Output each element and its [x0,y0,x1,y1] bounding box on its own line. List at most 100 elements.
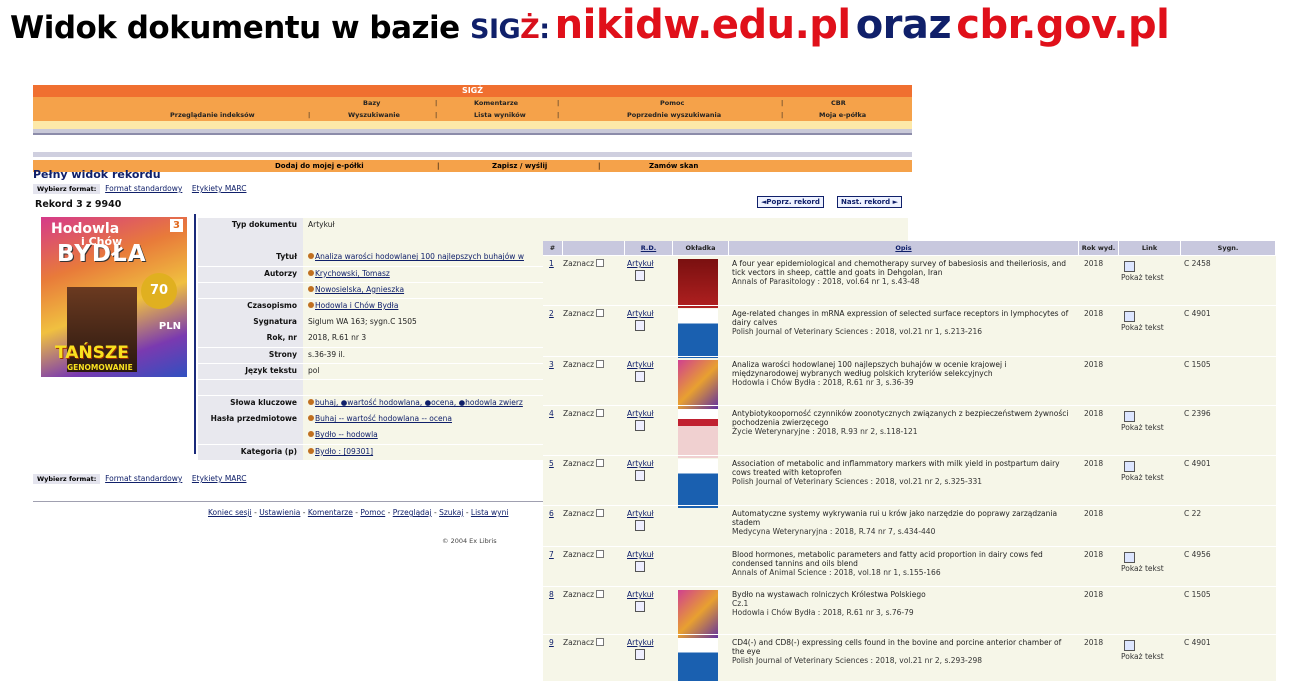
nav-moja-e-polka[interactable]: Moja e-półka [819,111,866,119]
footer-link[interactable]: Szukaj [439,508,463,517]
next-record-button[interactable]: Nast. rekord ► [837,196,902,208]
document-icon[interactable] [635,649,645,660]
result-number[interactable]: 1 [549,259,554,268]
col-year: Rok wyd. [1079,241,1119,255]
fulltext-icon[interactable] [1124,411,1135,422]
save-send-button[interactable]: Zapisz / wyślij [492,162,547,170]
cover-thumbnail[interactable] [678,638,718,681]
bullet-icon [308,399,314,406]
document-icon[interactable] [635,561,645,572]
result-number[interactable]: 9 [549,638,554,647]
show-text-link[interactable]: Pokaż tekst [1121,273,1164,282]
show-text-link[interactable]: Pokaż tekst [1121,423,1164,432]
footer-link[interactable]: Koniec sesji [208,508,252,517]
document-icon[interactable] [635,601,645,612]
checkbox-icon[interactable] [596,638,605,646]
nav-pomoc[interactable]: Pomoc [660,99,684,107]
checkbox-icon[interactable] [596,550,605,558]
field-row: Typ dokumentu Artykuł [198,218,908,234]
nav-cbr[interactable]: CBR [831,99,846,107]
cover-thumbnail[interactable] [678,309,718,358]
footer-link[interactable]: Pomoc [360,508,385,517]
footer-links: Koniec sesji - Ustawienia - Komentarze -… [208,508,509,517]
field-value: Artykuł [303,218,908,234]
add-to-shelf-button[interactable]: Dodaj do mojej e-półki [275,162,364,170]
prev-record-button[interactable]: ◄Poprz. rekord [757,196,824,208]
fulltext-icon[interactable] [1124,261,1135,272]
cover-thumbnail[interactable] [678,360,718,409]
fulltext-icon[interactable] [1124,552,1135,563]
format-marc-link[interactable]: Etykiety MARC [192,474,247,483]
select-checkbox[interactable]: Zaznacz [563,360,605,369]
format-marc-link[interactable]: Etykiety MARC [192,184,247,193]
select-checkbox[interactable]: Zaznacz [563,550,605,559]
result-number[interactable]: 8 [549,590,554,599]
type-link[interactable]: Artykuł [627,590,654,599]
result-number[interactable]: 2 [549,309,554,318]
footer-link[interactable]: Ustawienia [259,508,300,517]
select-checkbox[interactable]: Zaznacz [563,459,605,468]
document-icon[interactable] [635,420,645,431]
nav-przegladanie-indeksow[interactable]: Przeglądanie indeksów [170,111,255,119]
type-link[interactable]: Artykuł [627,638,654,647]
select-checkbox[interactable]: Zaznacz [563,509,605,518]
nav-poprzednie-wyszukiwania[interactable]: Poprzednie wyszukiwania [627,111,721,119]
type-link[interactable]: Artykuł [627,360,654,369]
cover-thumbnail[interactable] [678,259,718,308]
order-scan-button[interactable]: Zamów skan [649,162,698,170]
type-link[interactable]: Artykuł [627,259,654,268]
type-link[interactable]: Artykuł [627,409,654,418]
checkbox-icon[interactable] [596,459,605,467]
nav-bazy[interactable]: Bazy [363,99,380,107]
type-link[interactable]: Artykuł [627,509,654,518]
checkbox-icon[interactable] [596,309,605,317]
checkbox-icon[interactable] [596,360,605,368]
nav-komentarze[interactable]: Komentarze [474,99,518,107]
document-icon[interactable] [635,470,645,481]
result-number[interactable]: 6 [549,509,554,518]
fulltext-icon[interactable] [1124,640,1135,651]
result-number[interactable]: 5 [549,459,554,468]
show-text-link[interactable]: Pokaż tekst [1121,564,1164,573]
col-opis[interactable]: Opis [729,241,1079,255]
col-rd[interactable]: R.D. [625,241,673,255]
checkbox-icon[interactable] [596,590,605,598]
fulltext-icon[interactable] [1124,311,1135,322]
format-standard-link[interactable]: Format standardowy [105,184,182,193]
fulltext-icon[interactable] [1124,461,1135,472]
show-text-link[interactable]: Pokaż tekst [1121,323,1164,332]
document-icon[interactable] [635,520,645,531]
result-number[interactable]: 7 [549,550,554,559]
results-header: # R.D. Okładka Opis Rok wyd. Link Sygn. [543,241,1276,255]
format-standard-link[interactable]: Format standardowy [105,474,182,483]
select-checkbox[interactable]: Zaznacz [563,590,605,599]
result-number[interactable]: 4 [549,409,554,418]
cover-thumbnail[interactable] [678,590,718,639]
footer-link[interactable]: Komentarze [308,508,353,517]
result-number[interactable]: 3 [549,360,554,369]
document-icon[interactable] [635,371,645,382]
checkbox-icon[interactable] [596,259,605,267]
show-text-link[interactable]: Pokaż tekst [1121,652,1164,661]
cover-thumbnail[interactable] [678,409,718,458]
type-link[interactable]: Artykuł [627,309,654,318]
checkbox-icon[interactable] [596,509,605,517]
select-checkbox[interactable]: Zaznacz [563,409,605,418]
type-link[interactable]: Artykuł [627,459,654,468]
show-text-link[interactable]: Pokaż tekst [1121,473,1164,482]
select-checkbox[interactable]: Zaznacz [563,259,605,268]
document-icon[interactable] [635,270,645,281]
select-checkbox[interactable]: Zaznacz [563,309,605,318]
nav-wyszukiwanie[interactable]: Wyszukiwanie [348,111,400,119]
footer-link[interactable]: Lista wyni [471,508,509,517]
document-icon[interactable] [635,320,645,331]
format-label: Wybierz format: [33,184,101,194]
record-heading: Pełny widok rekordu [33,168,161,181]
checkbox-icon[interactable] [596,409,605,417]
footer-link[interactable]: Przeglądaj [393,508,432,517]
select-checkbox[interactable]: Zaznacz [563,638,605,647]
nav-lista-wynikow[interactable]: Lista wyników [474,111,526,119]
type-link[interactable]: Artykuł [627,550,654,559]
cover-thumbnail[interactable] [678,459,718,508]
field-label: Czasopismo [198,298,303,315]
